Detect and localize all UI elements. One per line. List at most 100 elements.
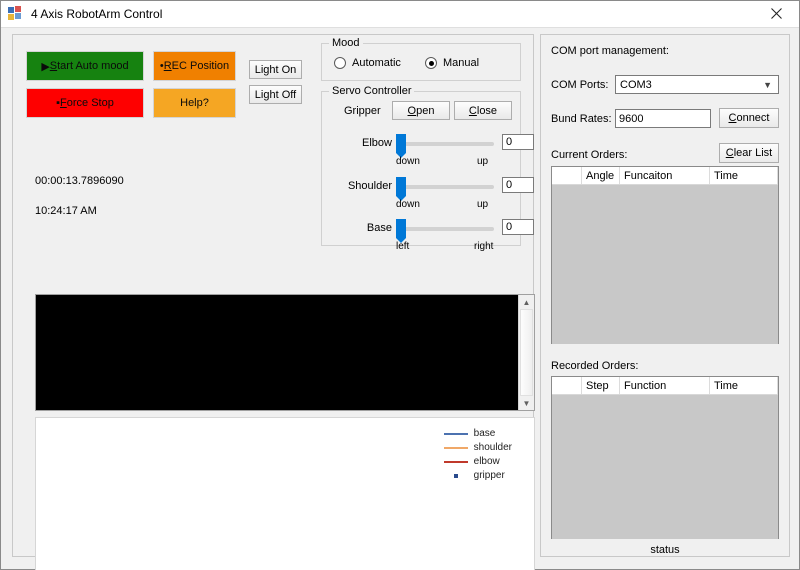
shoulder-value-field[interactable]: 0 <box>502 177 534 193</box>
app-icon <box>8 6 24 22</box>
elapsed-timer-value: 00:00:13.7896090 <box>35 175 124 187</box>
gripper-open-accesskey: O <box>408 105 417 117</box>
clear-list-button[interactable]: Clear List <box>719 143 779 163</box>
start-auto-mood-prefix: ▶ <box>41 60 49 73</box>
current-orders-list[interactable]: Angle Funcaiton Time <box>551 166 779 344</box>
base-value-field[interactable]: 0 <box>502 219 534 235</box>
rec-position-button[interactable]: • REC Position <box>153 51 236 81</box>
recorded-orders-col-0[interactable] <box>552 377 582 394</box>
current-orders-header: Angle Funcaiton Time <box>552 167 778 185</box>
mood-group: Mood Automatic Manual <box>321 43 521 81</box>
window-title: 4 Axis RobotArm Control <box>31 7 162 21</box>
light-on-button[interactable]: Light On <box>249 60 302 79</box>
chevron-down-icon: ▼ <box>763 80 772 90</box>
shoulder-label: Shoulder <box>334 180 392 192</box>
com-panel-heading: COM port management: <box>551 45 669 57</box>
current-orders-col-0[interactable] <box>552 167 582 184</box>
com-ports-label: COM Ports: <box>551 79 608 91</box>
force-stop-accesskey: F <box>60 97 67 109</box>
shoulder-slider-thumb[interactable] <box>396 177 406 196</box>
elbow-slider[interactable] <box>396 142 494 146</box>
elbow-slider-thumb[interactable] <box>396 134 406 153</box>
scroll-up-icon[interactable]: ▲ <box>523 295 531 309</box>
status-label: status <box>541 544 789 556</box>
gripper-close-button[interactable]: Close <box>454 101 512 120</box>
elbow-label: Elbow <box>344 137 392 149</box>
console-scroll-thumb[interactable] <box>520 309 533 396</box>
radio-manual-label: Manual <box>443 57 479 69</box>
current-orders-body[interactable] <box>552 185 778 344</box>
start-auto-mood-button[interactable]: ▶ Start Auto mood <box>26 51 144 81</box>
legend-label-shoulder: shoulder <box>474 442 512 453</box>
current-orders-col-angle[interactable]: Angle <box>582 167 620 184</box>
recorded-orders-label: Recorded Orders: <box>551 360 638 372</box>
base-label: Base <box>344 222 392 234</box>
radio-automatic-label: Automatic <box>352 57 401 69</box>
close-icon[interactable] <box>753 1 799 26</box>
legend-line-elbow <box>443 461 469 463</box>
rec-position-label: EC Position <box>172 60 229 72</box>
recorded-orders-header: Step Function Time <box>552 377 778 395</box>
console-text[interactable] <box>36 295 518 410</box>
gripper-close-label: lose <box>477 105 497 117</box>
elbow-value-field[interactable]: 0 <box>502 134 534 150</box>
legend-item-gripper: gripper <box>443 470 512 481</box>
radio-manual-indicator <box>425 57 437 69</box>
mood-group-title: Mood <box>329 37 363 49</box>
servo-controller-group: Servo Controller Gripper Open Close Elbo… <box>321 91 521 246</box>
com-panel: COM port management: COM Ports: COM3 ▼ B… <box>540 34 790 557</box>
legend-line-base <box>443 433 469 435</box>
radio-automatic-indicator <box>334 57 346 69</box>
current-orders-label: Current Orders: <box>551 149 627 161</box>
legend-label-gripper: gripper <box>474 470 505 481</box>
recorded-orders-list[interactable]: Step Function Time <box>551 376 779 539</box>
connect-button[interactable]: Connect <box>719 108 779 128</box>
recorded-orders-col-function[interactable]: Function <box>620 377 710 394</box>
help-button[interactable]: Help? <box>153 88 236 118</box>
scroll-down-icon[interactable]: ▼ <box>523 396 531 410</box>
base-slider[interactable] <box>396 227 494 231</box>
gripper-close-accesskey: C <box>469 105 477 117</box>
base-slider-thumb[interactable] <box>396 219 406 238</box>
force-stop-button[interactable]: ▪ Force Stop <box>26 88 144 118</box>
legend-label-base: base <box>474 428 496 439</box>
recorded-orders-col-time[interactable]: Time <box>710 377 778 394</box>
radio-automatic[interactable]: Automatic <box>334 57 401 69</box>
legend-item-base: base <box>443 428 512 439</box>
control-panel: ▶ Start Auto mood • REC Position ▪ Force… <box>12 34 534 557</box>
current-orders-col-function[interactable]: Funcaiton <box>620 167 710 184</box>
shoulder-min-label: down <box>396 199 420 210</box>
com-ports-value: COM3 <box>620 79 652 91</box>
shoulder-slider[interactable] <box>396 185 494 189</box>
servo-chart: base shoulder elbow gripper <box>35 417 535 570</box>
clear-list-accesskey: C <box>726 147 734 159</box>
recorded-orders-body[interactable] <box>552 395 778 539</box>
light-on-label: Light On <box>255 64 297 76</box>
start-auto-mood-label: tart Auto mood <box>57 60 129 72</box>
baud-rate-label: Bund Rates: <box>551 113 612 125</box>
servo-controller-title: Servo Controller <box>329 85 414 97</box>
shoulder-max-label: up <box>477 199 488 210</box>
legend-dot-gripper <box>443 474 469 478</box>
legend-item-shoulder: shoulder <box>443 442 512 453</box>
baud-rate-field[interactable]: 9600 <box>615 109 711 128</box>
gripper-label: Gripper <box>344 105 381 117</box>
gripper-open-label: pen <box>416 105 434 117</box>
com-ports-select[interactable]: COM3 ▼ <box>615 75 779 94</box>
legend-label-elbow: elbow <box>474 456 500 467</box>
application-window: 4 Axis RobotArm Control ▶ Start Auto moo… <box>0 0 800 570</box>
base-min-label: left <box>396 241 409 252</box>
gripper-open-button[interactable]: Open <box>392 101 450 120</box>
console-output[interactable]: ▲ ▼ <box>35 294 535 411</box>
title-bar: 4 Axis RobotArm Control <box>1 1 799 28</box>
console-scrollbar[interactable]: ▲ ▼ <box>518 295 534 410</box>
rec-position-accesskey: R <box>164 60 172 72</box>
clock-value: 10:24:17 AM <box>35 205 97 217</box>
help-button-label: Help? <box>180 97 209 109</box>
current-orders-col-time[interactable]: Time <box>710 167 778 184</box>
connect-accesskey: C <box>729 112 737 124</box>
recorded-orders-col-step[interactable]: Step <box>582 377 620 394</box>
connect-label: onnect <box>736 112 769 124</box>
light-off-button[interactable]: Light Off <box>249 85 302 104</box>
radio-manual[interactable]: Manual <box>425 57 479 69</box>
